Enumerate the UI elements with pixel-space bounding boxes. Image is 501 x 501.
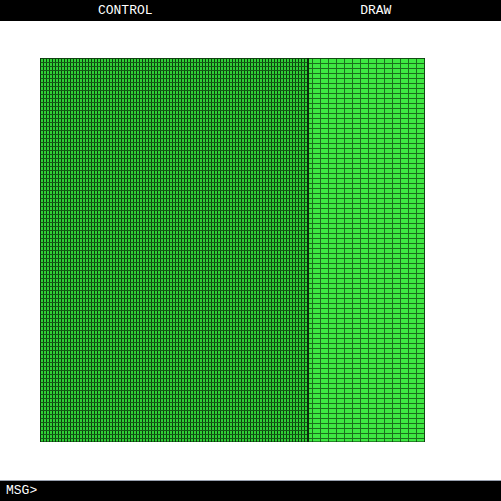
menu-item[interactable]: CONTROL <box>0 0 251 21</box>
message-prompt: MSG> <box>6 481 37 501</box>
layout-grid-drawing <box>40 58 425 442</box>
menu-bar: CONTROLDRAW <box>0 0 501 21</box>
message-bar[interactable]: MSG> <box>0 480 501 501</box>
drawing-canvas[interactable] <box>0 21 501 480</box>
app-window: CONTROLDRAW MSG> <box>0 0 501 501</box>
menu-item[interactable]: DRAW <box>251 0 501 21</box>
